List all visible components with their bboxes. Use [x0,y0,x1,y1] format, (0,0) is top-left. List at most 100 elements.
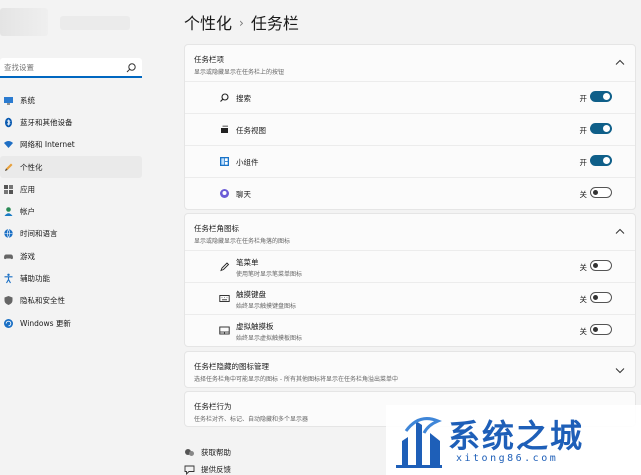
get-help-link[interactable]: 获取帮助 [184,447,231,458]
pen-menu-toggle[interactable] [590,260,612,271]
corner-icons-header[interactable]: 任务栏角图标 显示或隐藏显示在任务栏角落的图标 [185,214,635,250]
section-title: 任务栏项 [194,55,224,64]
touch-keyboard-toggle[interactable] [590,292,612,303]
toggle-state: 关 [579,190,588,199]
sidebar-item-label: 隐私和安全性 [20,296,65,306]
setting-label: 笔菜单 [236,258,259,267]
toggle-state: 开 [579,158,588,167]
sidebar: 系统 蓝牙和其他设备 网络和 Internet 个性化 应用 帐户 时间和语言 [0,0,150,475]
sidebar-nav: 系统 蓝牙和其他设备 网络和 Internet 个性化 应用 帐户 时间和语言 [0,89,142,334]
sidebar-item-network[interactable]: 网络和 Internet [0,134,142,156]
setting-description: 始终显示触摸键盘图标 [236,303,297,310]
sidebar-item-windows-update[interactable]: Windows 更新 [0,312,142,334]
setting-row-search: 搜索 开 [185,81,635,113]
watermark-url: xitong86.com [456,453,559,464]
search-input[interactable] [4,61,122,74]
monitor-icon [3,95,14,106]
chat-toggle[interactable] [590,187,612,198]
chevron-up-icon[interactable] [615,59,625,66]
setting-label: 虚拟触摸板 [236,322,274,331]
search-box[interactable] [0,58,142,78]
pen-icon [220,262,230,272]
watermark: 系统之城 xitong86.com [386,405,641,475]
sidebar-item-label: 蓝牙和其他设备 [20,117,73,127]
sidebar-item-time-language[interactable]: 时间和语言 [0,223,142,245]
sidebar-item-label: 时间和语言 [20,229,58,239]
setting-row-touch-keyboard: 触摸键盘 始终显示触摸键盘图标 关 [185,282,635,314]
toggle-state: 关 [579,295,588,304]
apps-icon [3,184,14,195]
setting-description: 使用笔时显示笔菜单图标 [236,271,303,278]
setting-label: 聊天 [236,190,251,199]
taskbar-items-header[interactable]: 任务栏项 显示或隐藏显示在任务栏上的按钮 [185,45,635,81]
widgets-toggle[interactable] [590,155,612,166]
toggle-state: 关 [579,327,588,336]
gamepad-icon [3,251,14,262]
page-title: 任务栏 [250,14,299,33]
help-icon [185,449,194,456]
feedback-icon [184,465,195,475]
setting-row-widgets: 小组件 开 [185,145,635,177]
chevron-up-icon[interactable] [615,228,625,235]
corner-icons-section: 任务栏角图标 显示或隐藏显示在任务栏角落的图标 笔菜单 使用笔时显示笔菜单图标 … [184,213,636,347]
sidebar-item-privacy[interactable]: 隐私和安全性 [0,290,142,312]
sidebar-item-system[interactable]: 系统 [0,89,142,111]
globe-icon [3,228,14,239]
setting-label: 小组件 [236,158,259,167]
sidebar-item-bluetooth[interactable]: 蓝牙和其他设备 [0,111,142,133]
section-title: 任务栏隐藏的图标管理 [194,362,269,371]
overflow-header[interactable]: 任务栏隐藏的图标管理 选择任务栏角中可能显示的图标 - 所有其他图标将显示在任务… [185,352,635,388]
setting-label: 触摸键盘 [236,290,266,299]
sidebar-item-label: 网络和 Internet [20,140,75,150]
chat-icon [220,189,229,198]
main-content: 个性化 › 任务栏 任务栏项 显示或隐藏显示在任务栏上的按钮 搜索 开 任务视图 开… [150,0,641,475]
wifi-icon [3,139,14,150]
touchpad-icon [219,326,230,335]
accessibility-icon [3,273,14,284]
setting-label: 任务视图 [236,126,266,135]
search-toggle[interactable] [590,91,612,102]
section-subtitle: 选择任务栏角中可能显示的图标 - 所有其他图标将显示在任务栏角溢出菜单中 [194,376,398,383]
get-help-label: 获取帮助 [201,448,231,457]
setting-row-pen-menu: 笔菜单 使用笔时显示笔菜单图标 关 [185,250,635,282]
section-subtitle: 显示或隐藏显示在任务栏上的按钮 [194,69,285,76]
avatar[interactable] [0,8,48,36]
taskbar-items-section: 任务栏项 显示或隐藏显示在任务栏上的按钮 搜索 开 任务视图 开 小组件 开 聊… [184,44,636,210]
toggle-state: 开 [579,94,588,103]
setting-row-virtual-touchpad: 虚拟触摸板 始终显示虚拟触摸板图标 关 [185,314,635,346]
sidebar-item-personalization[interactable]: 个性化 [0,155,142,179]
widgets-icon [220,157,229,166]
bluetooth-icon [3,117,14,128]
setting-row-chat: 聊天 关 [185,177,635,209]
search-icon [220,93,229,102]
feedback-link[interactable]: 提供反馈 [184,464,231,475]
task-view-toggle[interactable] [590,123,612,134]
sidebar-item-label: 辅助功能 [20,274,50,284]
sidebar-item-label: 个性化 [20,162,43,172]
setting-description: 始终显示虚拟触摸板图标 [236,335,303,342]
keyboard-icon [219,295,230,302]
virtual-touchpad-toggle[interactable] [590,324,612,335]
sidebar-item-gaming[interactable]: 游戏 [0,245,142,267]
breadcrumb-separator: › [239,16,244,30]
sidebar-item-apps[interactable]: 应用 [0,178,142,200]
pencil-icon [3,162,14,173]
search-icon[interactable] [125,62,137,74]
breadcrumb-parent[interactable]: 个性化 [184,14,232,33]
overflow-section[interactable]: 任务栏隐藏的图标管理 选择任务栏角中可能显示的图标 - 所有其他图标将显示在任务… [184,351,636,388]
section-subtitle: 显示或隐藏显示在任务栏角落的图标 [194,238,291,245]
sidebar-item-label: 帐户 [20,207,35,217]
breadcrumb: 个性化 › 任务栏 [184,10,299,34]
person-icon [3,206,14,217]
setting-label: 搜索 [236,94,251,103]
sidebar-item-label: 系统 [20,95,35,105]
toggle-state: 开 [579,126,588,135]
sidebar-item-label: 游戏 [20,251,35,261]
sidebar-item-accessibility[interactable]: 辅助功能 [0,267,142,289]
chevron-down-icon[interactable] [615,367,625,374]
sidebar-item-accounts[interactable]: 帐户 [0,200,142,222]
feedback-label: 提供反馈 [201,465,231,474]
account-name-blurred [60,16,130,30]
section-title: 任务栏角图标 [194,224,239,233]
sidebar-item-label: Windows 更新 [20,318,71,328]
